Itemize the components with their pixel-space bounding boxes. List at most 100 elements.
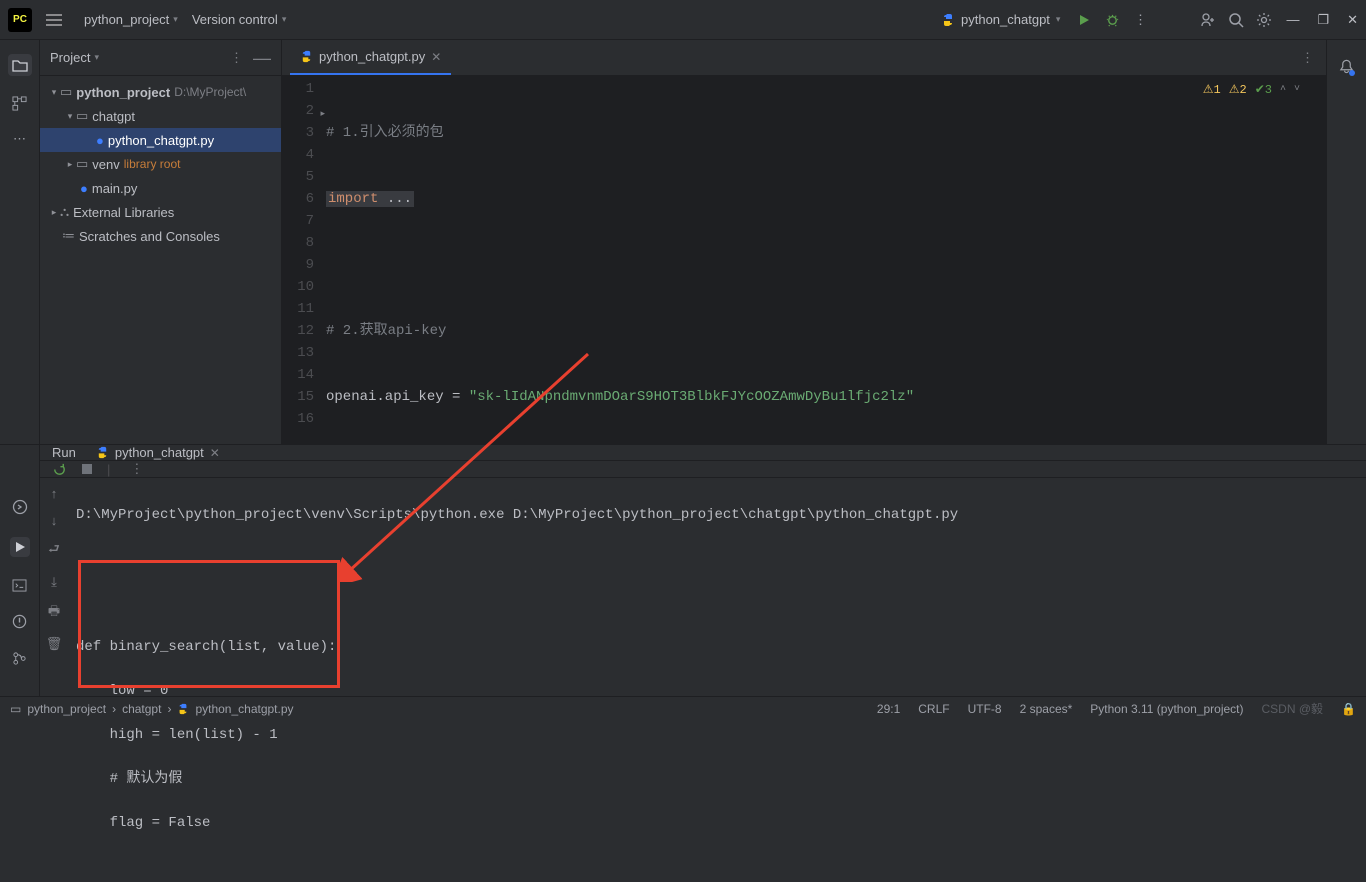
close-tab-icon[interactable]: ✕ [210,446,220,460]
line-number[interactable]: 2▸ [282,100,314,122]
line-number[interactable]: 8 [282,232,314,254]
run-toolbar: | ⋮ [40,461,1366,478]
inspections-widget[interactable]: ⚠1 ⚠2 ✔3 ˄ ˅ [1203,82,1300,97]
tree-external-libs[interactable]: ▸⛬External Libraries [40,200,281,224]
run-tab[interactable]: python_chatgpt ✕ [88,445,228,460]
problems-icon[interactable] [12,614,27,629]
run-options-icon[interactable]: ⋮ [130,461,143,477]
more-actions-icon[interactable]: ⋮ [1126,12,1154,28]
print-icon[interactable]: 🖶 [48,602,60,624]
left-toolbar-lower [0,445,40,696]
debug-button[interactable] [1098,12,1126,27]
rerun-button[interactable] [52,462,67,477]
structure-tool-icon[interactable] [12,96,27,111]
run-label: Run [52,445,76,460]
project-tool-icon[interactable] [8,54,32,76]
console-output[interactable]: D:\MyProject\python_project\venv\Scripts… [68,478,1366,882]
tab-label: python_chatgpt.py [319,49,425,64]
titlebar: PC python_project ▾ Version control ▾ py… [0,0,1366,40]
error-indicator: ⚠1 [1203,82,1221,97]
tree-file-selected[interactable]: ●python_chatgpt.py [40,128,281,152]
vcs-icon[interactable] [12,651,27,666]
minimize-button[interactable]: — [1286,12,1299,28]
run-config-label: python_chatgpt [961,12,1050,27]
editor-tab[interactable]: python_chatgpt.py ✕ [290,40,451,75]
status-folder-icon[interactable]: ▭ [10,702,21,716]
tree-scratches[interactable]: ≔Scratches and Consoles [40,224,281,248]
left-toolbar: ⋯ [0,40,40,444]
line-number[interactable]: 1 [282,78,314,100]
run-tool-icon[interactable] [10,537,30,557]
library-icon: ⛬ [60,204,69,220]
clear-icon[interactable]: 🗑 [46,636,63,652]
main-menu-icon[interactable] [46,14,66,26]
run-button[interactable] [1070,13,1098,27]
more-tool-icon[interactable]: ⋯ [13,131,26,147]
python-icon [941,13,955,27]
python-console-icon[interactable] [12,499,28,515]
project-options-icon[interactable]: ⋮ [230,50,243,66]
chevron-down-icon: ▾ [173,14,178,25]
line-number[interactable]: 4 [282,144,314,166]
breadcrumb-vcs[interactable]: Version control ▾ [192,12,287,27]
line-number[interactable]: 15 [282,386,314,408]
hide-pane-icon[interactable]: — [253,53,271,63]
python-icon: ● [80,181,88,196]
editor-tabs: python_chatgpt.py ✕ ⋮ [282,40,1326,76]
up-icon[interactable]: ↑ [51,486,58,501]
line-number[interactable]: 11 [282,298,314,320]
terminal-icon[interactable] [12,579,27,592]
line-number[interactable]: 7 [282,210,314,232]
right-toolbar [1326,40,1366,444]
prev-highlight-icon[interactable]: ˄ [1280,84,1286,95]
notification-badge [1349,70,1355,76]
breadcrumb-vcs-label: Version control [192,12,278,27]
editor: python_chatgpt.py ✕ ⋮ ⚠1 ⚠2 ✔3 ˄ ˅ 1 2▸ … [282,40,1326,444]
line-number[interactable]: 12 [282,320,314,342]
python-icon: ● [96,133,104,148]
line-number[interactable]: 3 [282,122,314,144]
chevron-down-icon: ▾ [282,14,287,25]
app-logo: PC [8,8,32,32]
code-area[interactable]: ⚠1 ⚠2 ✔3 ˄ ˅ 1 2▸ 3 4 5 6 7 8 9 10 [282,76,1326,444]
run-config-selector[interactable]: python_chatgpt ▾ [941,12,1060,27]
tree-folder-chatgpt[interactable]: ▾▭chatgpt [40,104,281,128]
scratch-icon: ≔ [62,228,75,244]
line-number[interactable]: 9 [282,254,314,276]
run-tool-window: Run python_chatgpt ✕ | ⋮ ↑ ↓ ⮐ ⤓ 🖶 🗑 D:\… [0,444,1366,696]
soft-wrap-icon[interactable]: ⮐ [48,540,60,562]
typo-indicator: ✔3 [1255,82,1272,97]
stop-button[interactable] [81,463,93,475]
line-number[interactable]: 6 [282,188,314,210]
code-with-me-icon[interactable] [1194,12,1222,28]
chevron-down-icon[interactable]: ▾ [94,52,99,63]
close-tab-icon[interactable]: ✕ [431,50,441,64]
breadcrumb-project-label: python_project [84,12,169,27]
notifications-icon[interactable] [1339,58,1354,74]
settings-icon[interactable] [1250,12,1278,28]
warning-indicator: ⚠2 [1229,82,1247,97]
line-number[interactable]: 10 [282,276,314,298]
gutter: 1 2▸ 3 4 5 6 7 8 9 10 11 12 13 14 15 16 [282,76,322,444]
breadcrumb-project[interactable]: python_project ▾ [84,12,178,27]
line-number[interactable]: 13 [282,342,314,364]
maximize-button[interactable]: ❐ [1317,12,1329,28]
python-icon [96,446,109,459]
project-pane-title: Project [50,50,90,65]
tree-root[interactable]: ▾▭python_projectD:\MyProject\ [40,80,281,104]
search-icon[interactable] [1222,12,1250,28]
close-button[interactable]: ✕ [1347,12,1358,28]
scroll-end-icon[interactable]: ⤓ [51,574,57,590]
line-number[interactable]: 16 [282,408,314,430]
console-side-toolbar: ↑ ↓ ⮐ ⤓ 🖶 🗑 [40,478,68,882]
fold-icon[interactable]: ▸ [320,103,325,125]
line-number[interactable]: 14 [282,364,314,386]
line-number[interactable]: 5 [282,166,314,188]
tree-file-main[interactable]: ●main.py [40,176,281,200]
python-icon [300,50,313,63]
next-highlight-icon[interactable]: ˅ [1294,84,1300,95]
tree-folder-venv[interactable]: ▸▭venvlibrary root [40,152,281,176]
tab-options-icon[interactable]: ⋮ [1301,50,1314,66]
down-icon[interactable]: ↓ [51,513,58,528]
run-tab-label: python_chatgpt [115,445,204,460]
